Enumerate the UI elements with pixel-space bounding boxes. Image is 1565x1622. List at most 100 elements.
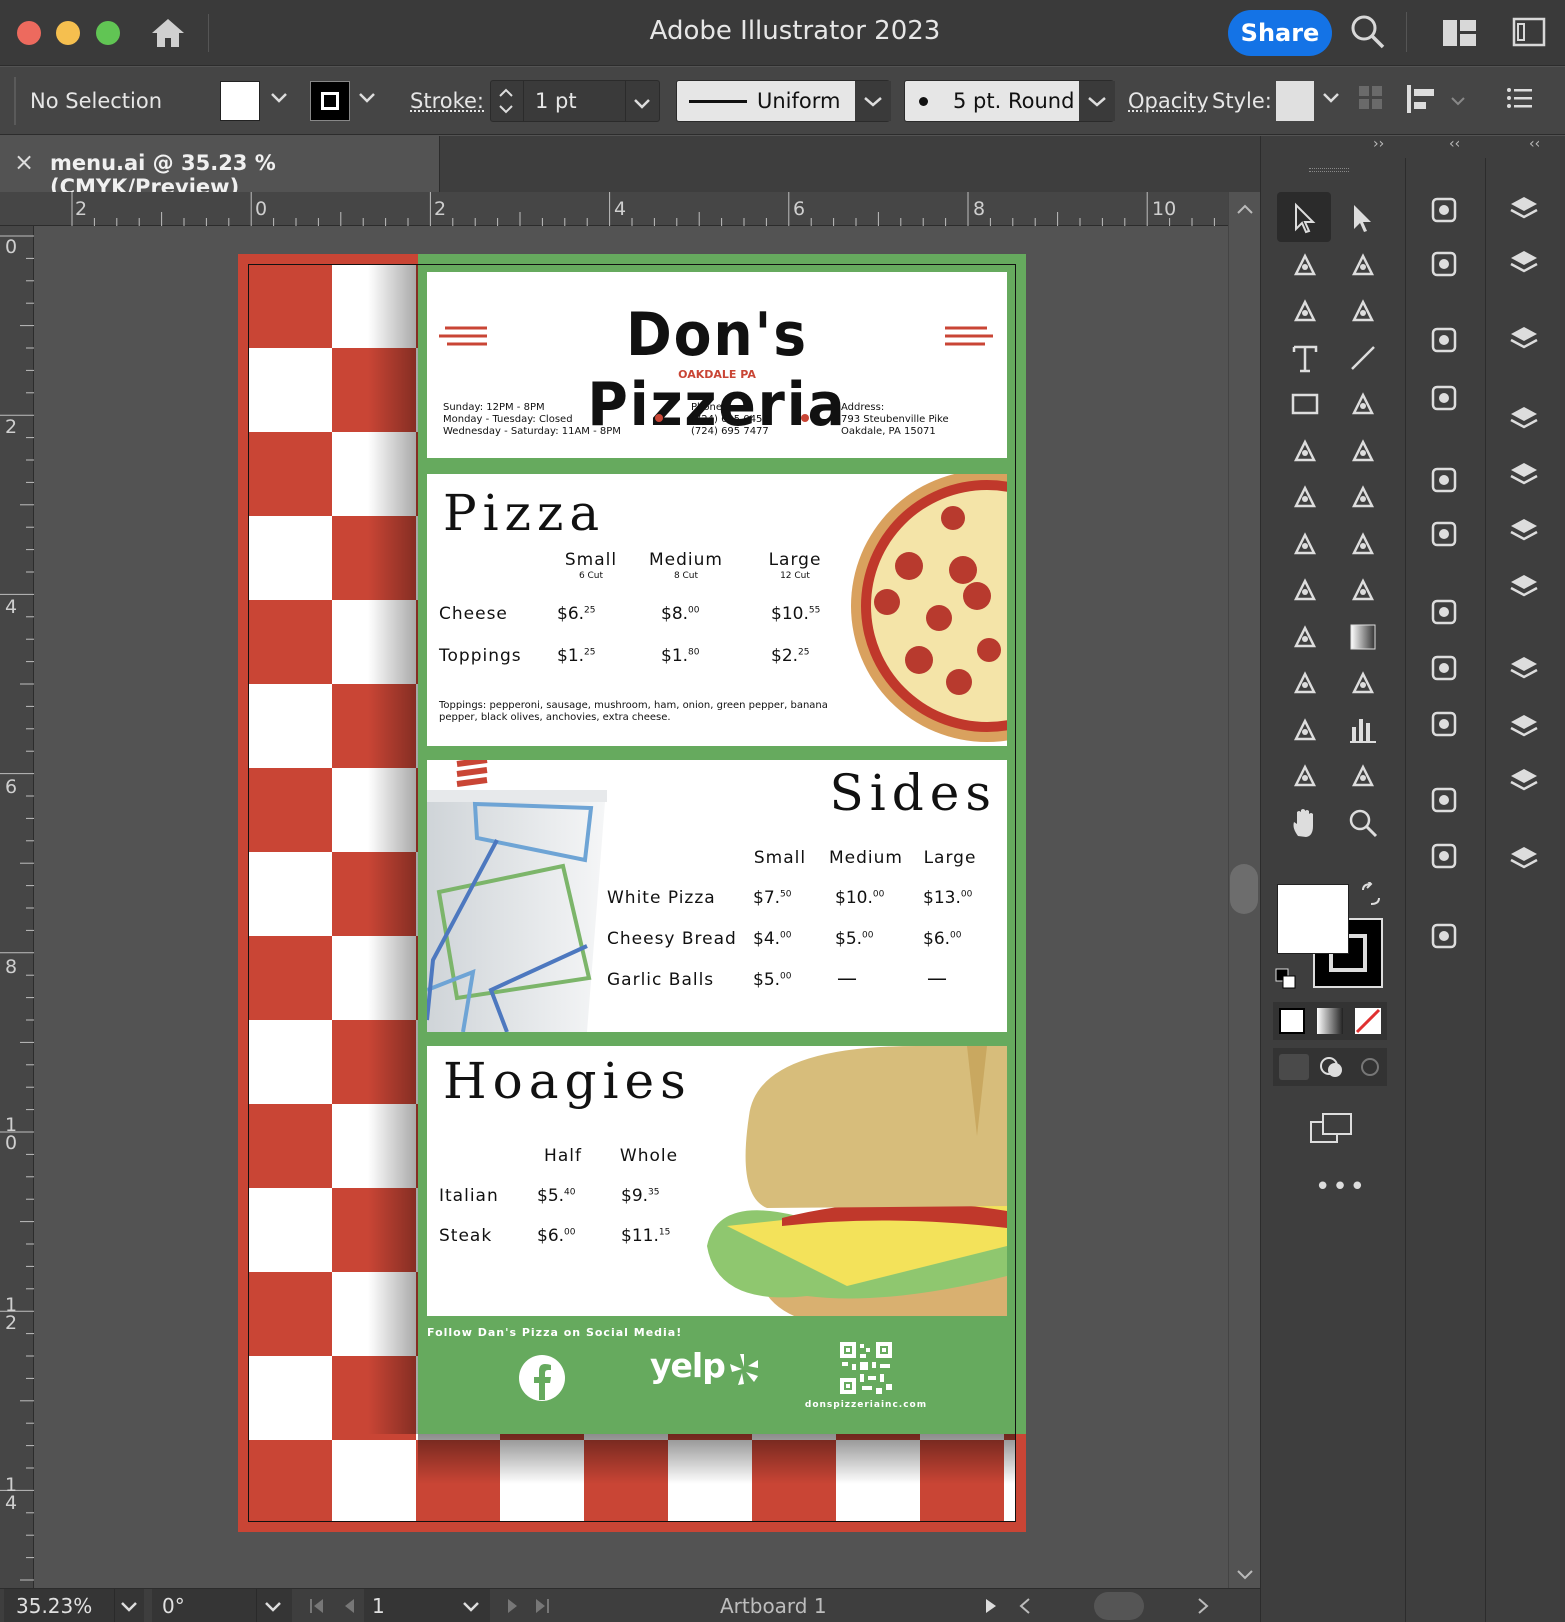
arrange-documents-icon[interactable] (1512, 16, 1546, 52)
line-segment-tool-icon[interactable] (1341, 336, 1385, 380)
perspective-grid-tool-icon[interactable] (1341, 568, 1385, 612)
screen-mode-icon[interactable] (1309, 1112, 1353, 1150)
stroke-stepper-icon[interactable] (497, 85, 515, 121)
paintbrush-tool-icon[interactable] (1341, 382, 1385, 426)
brushes-panel-icon[interactable] (1422, 318, 1466, 362)
color-guide-panel-icon[interactable] (1422, 188, 1466, 232)
scrollbar-thumb[interactable] (1230, 864, 1258, 914)
panel-grip[interactable] (1309, 168, 1349, 172)
artboard-number-field[interactable]: 1 (364, 1589, 490, 1622)
column-graph-tool-icon[interactable] (1341, 708, 1385, 752)
eyedropper-tool-icon[interactable] (1283, 661, 1327, 705)
document-tab[interactable]: × menu.ai @ 35.23 % (CMYK/Preview) (0, 136, 440, 192)
align-chevron-icon[interactable] (1450, 91, 1466, 110)
fill-dropdown-chevron-icon[interactable] (270, 89, 288, 108)
properties-list-icon[interactable] (1506, 87, 1532, 113)
brush-chevron-icon[interactable] (1079, 81, 1115, 121)
symbols-panel-icon[interactable] (1422, 376, 1466, 420)
type-tool-icon[interactable] (1283, 336, 1327, 380)
slice-tool-icon[interactable] (1341, 754, 1385, 798)
canvas[interactable]: Don's Pizzeria OAKDALE PA Sunday: 12PM -… (34, 226, 1228, 1588)
libraries-panel-icon[interactable] (1502, 242, 1546, 286)
minimize-window-button[interactable] (56, 21, 80, 45)
gradient-mode-button[interactable] (1317, 1008, 1343, 1034)
gradient-panel-icon[interactable] (1422, 590, 1466, 634)
export-panel-icon[interactable] (1422, 778, 1466, 822)
style-chevron-icon[interactable] (1322, 89, 1340, 108)
zoom-tool-icon[interactable] (1341, 801, 1385, 845)
more-tools-icon[interactable]: ••• (1315, 1172, 1367, 1202)
zoom-window-button[interactable] (96, 21, 120, 45)
stroke-weight-chevron-icon[interactable] (633, 95, 651, 114)
pen-tool-icon[interactable] (1283, 289, 1327, 333)
layers-panel-icon[interactable] (1502, 188, 1546, 232)
color-mode-button[interactable] (1279, 1008, 1305, 1034)
swap-fill-stroke-icon[interactable] (1359, 882, 1383, 910)
draw-behind-icon[interactable] (1317, 1054, 1347, 1080)
next-artboard-icon[interactable] (506, 1597, 520, 1615)
color-panel-icon[interactable] (1422, 242, 1466, 286)
scroll-down-chevron-icon[interactable] (1235, 1566, 1255, 1585)
blend-tool-icon[interactable] (1341, 661, 1385, 705)
last-artboard-icon[interactable] (534, 1597, 552, 1615)
artboard-chevron-icon[interactable] (462, 1601, 480, 1613)
grip-handle[interactable] (14, 77, 16, 125)
align-options-icon[interactable] (1406, 83, 1440, 119)
appearance-panel-icon[interactable] (1422, 646, 1466, 690)
paragraph-panel-icon[interactable] (1502, 706, 1546, 750)
stroke-label[interactable]: Stroke: (410, 89, 484, 113)
mesh-tool-icon[interactable] (1283, 615, 1327, 659)
scroll-up-chevron-icon[interactable] (1235, 200, 1255, 219)
horizontal-ruler[interactable]: 2 0 2 4 6 8 10 (0, 192, 1228, 226)
artboard[interactable]: Don's Pizzeria OAKDALE PA Sunday: 12PM -… (238, 254, 1026, 1532)
rotate-tool-icon[interactable] (1283, 475, 1327, 519)
scale-tool-icon[interactable] (1341, 475, 1385, 519)
panel-expand-icon-2[interactable]: ‹‹ (1529, 136, 1540, 152)
align-panel-icon[interactable] (1502, 454, 1546, 498)
close-window-button[interactable] (17, 21, 41, 45)
fill-swatch[interactable] (220, 81, 260, 121)
toolbar-collapse-icon[interactable]: ›› (1373, 136, 1384, 152)
vertical-ruler[interactable]: 0 2 4 6 8 1 0 1 2 1 4 (0, 226, 34, 1588)
curvature-tool-icon[interactable] (1341, 289, 1385, 333)
panel-expand-icon[interactable]: ‹‹ (1449, 136, 1460, 152)
stroke-dropdown-chevron-icon[interactable] (358, 89, 376, 108)
zoom-value[interactable]: 35.23% (16, 1594, 92, 1618)
share-button[interactable]: Share (1228, 10, 1332, 56)
magic-wand-tool-icon[interactable] (1283, 243, 1327, 287)
opentype-panel-icon[interactable] (1502, 760, 1546, 804)
direct-selection-tool-icon[interactable] (1341, 196, 1385, 240)
stroke-swatch[interactable] (310, 81, 350, 121)
lasso-tool-icon[interactable] (1341, 243, 1385, 287)
zoom-field[interactable]: 35.23% (4, 1589, 144, 1622)
fill-color-box-front[interactable] (1277, 884, 1349, 954)
first-artboard-icon[interactable] (308, 1597, 326, 1615)
search-icon[interactable] (1350, 14, 1386, 54)
stroke-panel-icon[interactable] (1422, 458, 1466, 502)
pathfinder-alt-panel-icon[interactable] (1502, 566, 1546, 610)
vertical-scrollbar[interactable] (1228, 192, 1260, 1588)
hand-tool-icon[interactable] (1283, 801, 1327, 845)
default-fill-stroke-icon[interactable] (1275, 968, 1297, 994)
stroke-weight-field[interactable]: 1 pt (490, 80, 660, 122)
selection-tool-icon[interactable] (1283, 196, 1327, 240)
opacity-label[interactable]: Opacity (1128, 89, 1209, 113)
scroll-left-icon[interactable] (1018, 1597, 1032, 1615)
zoom-chevron-icon[interactable] (120, 1601, 138, 1613)
variable-width-profile-select[interactable]: Uniform (676, 80, 890, 122)
graphic-style-swatch[interactable] (1276, 81, 1314, 121)
home-icon[interactable] (150, 16, 186, 50)
brush-definition-select[interactable]: 5 pt. Round (904, 80, 1114, 122)
pencil-tool-icon[interactable] (1283, 429, 1327, 473)
profile-chevron-icon[interactable] (855, 81, 891, 121)
transform-panel-icon[interactable] (1502, 318, 1546, 362)
transparency-panel-icon[interactable] (1422, 512, 1466, 556)
scissors-tool-icon[interactable] (1341, 429, 1385, 473)
none-mode-button[interactable] (1355, 1008, 1381, 1034)
rotation-value[interactable]: 0° (162, 1594, 185, 1618)
rectangle-tool-icon[interactable] (1283, 382, 1327, 426)
properties-panel-icon[interactable] (1502, 398, 1546, 442)
previous-artboard-icon[interactable] (342, 1597, 356, 1615)
asset-export-panel-icon[interactable] (1422, 914, 1466, 958)
warp-tool-icon[interactable] (1283, 522, 1327, 566)
